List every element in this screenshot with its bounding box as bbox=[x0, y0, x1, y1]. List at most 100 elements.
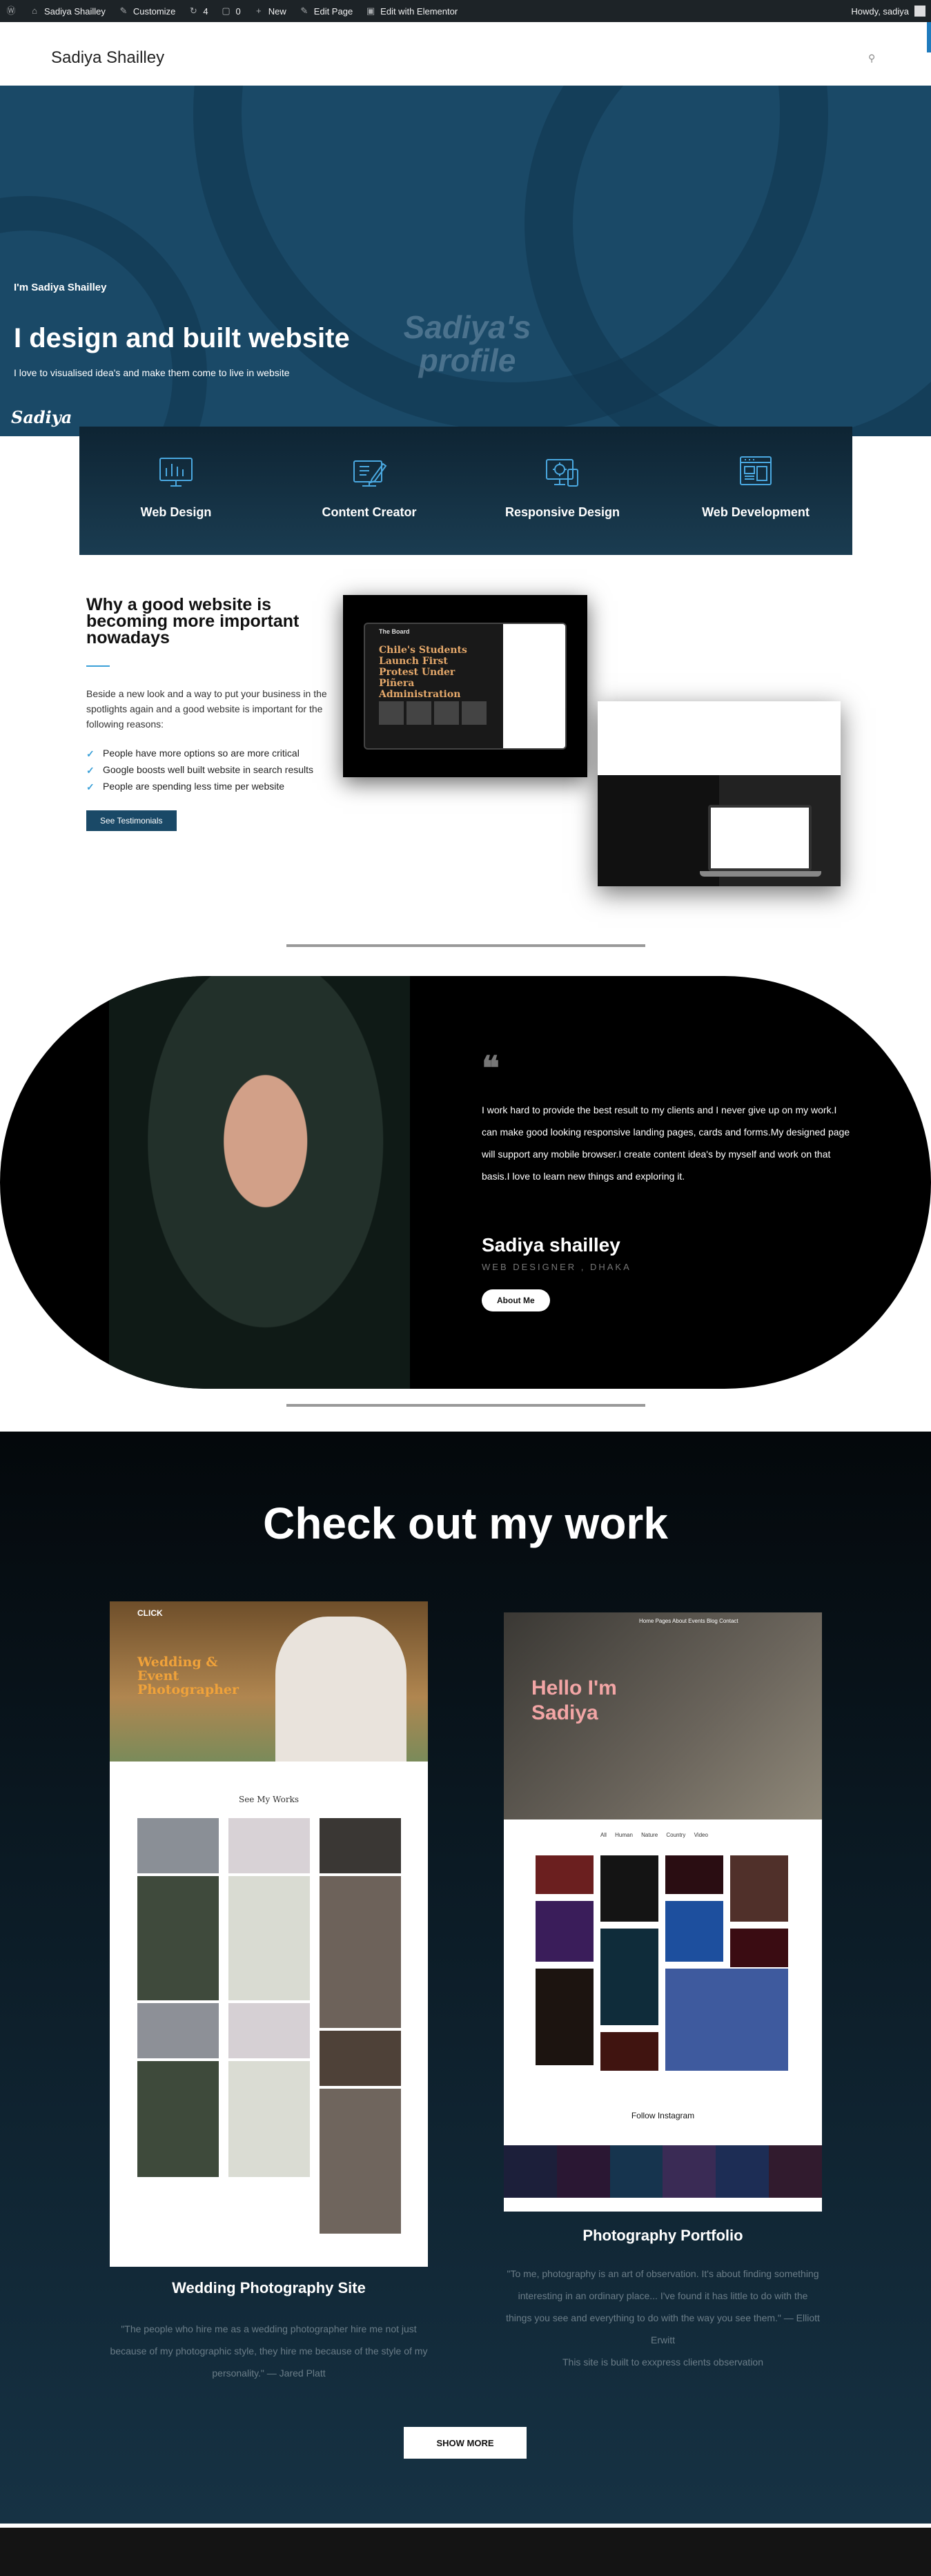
instagram-image bbox=[663, 2145, 716, 2198]
site-footer bbox=[0, 2528, 931, 2576]
service-responsive-design[interactable]: Responsive Design bbox=[466, 427, 659, 555]
project-title[interactable]: Wedding Photography Site bbox=[110, 2279, 428, 2297]
site-title[interactable]: Sadiya Shailley bbox=[51, 48, 164, 68]
edit-page-label: Edit Page bbox=[313, 6, 353, 17]
wedding-gallery-title: See My Works bbox=[238, 1795, 300, 1804]
updates-icon: ↻ bbox=[189, 6, 197, 16]
customize-link[interactable]: ✎ Customize bbox=[118, 6, 175, 17]
instagram-strip bbox=[504, 2145, 822, 2198]
web-development-icon bbox=[740, 456, 772, 485]
about-section: ❝ I work hard to provide the best result… bbox=[0, 976, 931, 1389]
list-item: ✓ Google boosts well built website in sea… bbox=[86, 762, 335, 777]
list-item: ✓ People have more options so are more cr… bbox=[86, 745, 335, 761]
about-name: Sadiya shailley bbox=[482, 1234, 620, 1256]
section-divider bbox=[286, 944, 645, 947]
hero-arc-decoration bbox=[0, 196, 207, 436]
reasons-list: ✓ People have more options so are more cr… bbox=[86, 745, 335, 794]
check-icon: ✓ bbox=[86, 781, 95, 792]
gallery-image bbox=[137, 2061, 219, 2177]
edit-page-link[interactable]: ✎ Edit Page bbox=[299, 6, 353, 17]
wordpress-icon: Ⓦ bbox=[6, 6, 16, 16]
quote-icon: ❝ bbox=[482, 1049, 500, 1088]
accent-rule bbox=[86, 665, 110, 667]
project-quote: "To me, photography is an art of observa… bbox=[506, 2268, 820, 2345]
check-icon: ✓ bbox=[86, 765, 95, 776]
gallery-image bbox=[137, 1876, 219, 2000]
portfolio-image bbox=[665, 1969, 788, 2071]
service-web-design[interactable]: Web Design bbox=[79, 427, 273, 555]
wedding-hero-title: Wedding & Event Photographer bbox=[137, 1655, 239, 1697]
account-menu[interactable]: Howdy, sadiya bbox=[851, 6, 925, 17]
portfolio-image bbox=[665, 1901, 723, 1962]
why-title: Why a good website is becoming more impo… bbox=[86, 595, 300, 647]
content-creator-icon bbox=[353, 460, 387, 487]
see-testimonials-button[interactable]: See Testimonials bbox=[86, 810, 177, 831]
mock-thumbnail bbox=[462, 701, 487, 725]
gallery-image bbox=[320, 1876, 401, 2028]
follow-instagram-heading: Follow Instagram bbox=[631, 2111, 695, 2120]
instagram-image bbox=[504, 2145, 557, 2198]
signature-logo: Sadiya bbox=[11, 407, 72, 427]
work-title: Check out my work bbox=[263, 1499, 668, 1548]
service-label: Web Design bbox=[140, 505, 212, 519]
wordpress-menu[interactable]: Ⓦ bbox=[6, 6, 17, 17]
gallery-column bbox=[137, 1818, 219, 2177]
show-more-button[interactable]: SHOW MORE bbox=[404, 2427, 527, 2459]
wedding-logo: CLICK bbox=[137, 1608, 163, 1618]
admin-site-link[interactable]: ⌂ Sadiya Shailley bbox=[29, 6, 106, 17]
hero-watermark: Sadiya's profile bbox=[403, 309, 531, 378]
instagram-image bbox=[609, 2145, 663, 2198]
gallery-image bbox=[320, 1818, 401, 1873]
reason-text: People have more options so are more cri… bbox=[103, 748, 300, 759]
hero-subtitle: I love to visualised idea's and make the… bbox=[14, 367, 290, 378]
comments-count: 0 bbox=[235, 6, 241, 17]
service-web-development[interactable]: Web Development bbox=[659, 427, 852, 555]
photography-portfolio-preview[interactable]: Home Pages About Events Blog Contact Hel… bbox=[504, 1612, 822, 2212]
search-icon[interactable]: ⚲ bbox=[868, 52, 875, 64]
hero-pretitle: I'm Sadiya Shailley bbox=[14, 282, 107, 293]
updates-link[interactable]: ↻ 4 bbox=[188, 6, 208, 17]
gallery-image bbox=[228, 1876, 310, 2000]
elementor-link[interactable]: ▣ Edit with Elementor bbox=[365, 6, 458, 17]
responsive-design-icon bbox=[546, 459, 578, 487]
portfolio-image bbox=[600, 1855, 658, 1922]
portfolio-image bbox=[730, 1929, 788, 1967]
instagram-image bbox=[556, 2145, 610, 2198]
about-role: WEB DESIGNER , DHAKA bbox=[482, 1262, 631, 1272]
portfolio-hero-title: Hello I'm Sadiya bbox=[531, 1677, 617, 1724]
news-site-preview: The Board Chile's Students Launch First … bbox=[364, 623, 567, 750]
about-me-button[interactable]: About Me bbox=[482, 1289, 550, 1311]
wedding-site-preview[interactable]: CLICK Wedding & Event Photographer See M… bbox=[110, 1601, 428, 2267]
portfolio-menu: Home Pages About Events Blog Contact bbox=[639, 1618, 738, 1624]
updates-count: 4 bbox=[203, 6, 208, 17]
instagram-image bbox=[769, 2145, 822, 2198]
news-site-screenshot: The Board Chile's Students Launch First … bbox=[343, 595, 587, 777]
portfolio-image bbox=[600, 1929, 658, 2025]
mock-thumbnail bbox=[434, 701, 459, 725]
service-content-creator[interactable]: Content Creator bbox=[273, 427, 466, 555]
mock-sidebar bbox=[503, 624, 565, 748]
comments-link[interactable]: ▢ 0 bbox=[221, 6, 241, 17]
avatar bbox=[914, 6, 925, 17]
scroll-indicator bbox=[927, 22, 931, 52]
laptop-base bbox=[700, 871, 821, 877]
gallery-image bbox=[320, 2031, 401, 2086]
hero-section: Sadiya's profile I'm Sadiya Shailley I d… bbox=[0, 86, 931, 436]
plus-icon: + bbox=[255, 6, 262, 16]
project-title[interactable]: Photography Portfolio bbox=[504, 2227, 822, 2245]
mock-phone-page bbox=[598, 701, 719, 886]
couple-photo bbox=[275, 1617, 406, 1762]
reason-text: People are spending less time per websit… bbox=[103, 781, 285, 792]
portfolio-image bbox=[665, 1855, 723, 1894]
portfolio-image bbox=[536, 1969, 594, 2065]
new-link[interactable]: + New bbox=[253, 6, 286, 17]
work-section: Check out my work CLICK Wedding & Event … bbox=[0, 1432, 931, 2524]
services-bar: Web Design Content Creator Responsive De… bbox=[79, 427, 852, 555]
elementor-label: Edit with Elementor bbox=[380, 6, 458, 17]
gallery-column bbox=[320, 1818, 401, 2234]
list-item: ✓ People are spending less time per websi… bbox=[86, 779, 335, 794]
service-label: Content Creator bbox=[322, 505, 417, 519]
reason-text: Google boosts well built website in sear… bbox=[103, 764, 314, 775]
admin-bar: Ⓦ ⌂ Sadiya Shailley ✎ Customize ↻ 4 ▢ 0 + New… bbox=[0, 0, 931, 22]
howdy-text: Howdy, sadiya bbox=[851, 6, 909, 17]
